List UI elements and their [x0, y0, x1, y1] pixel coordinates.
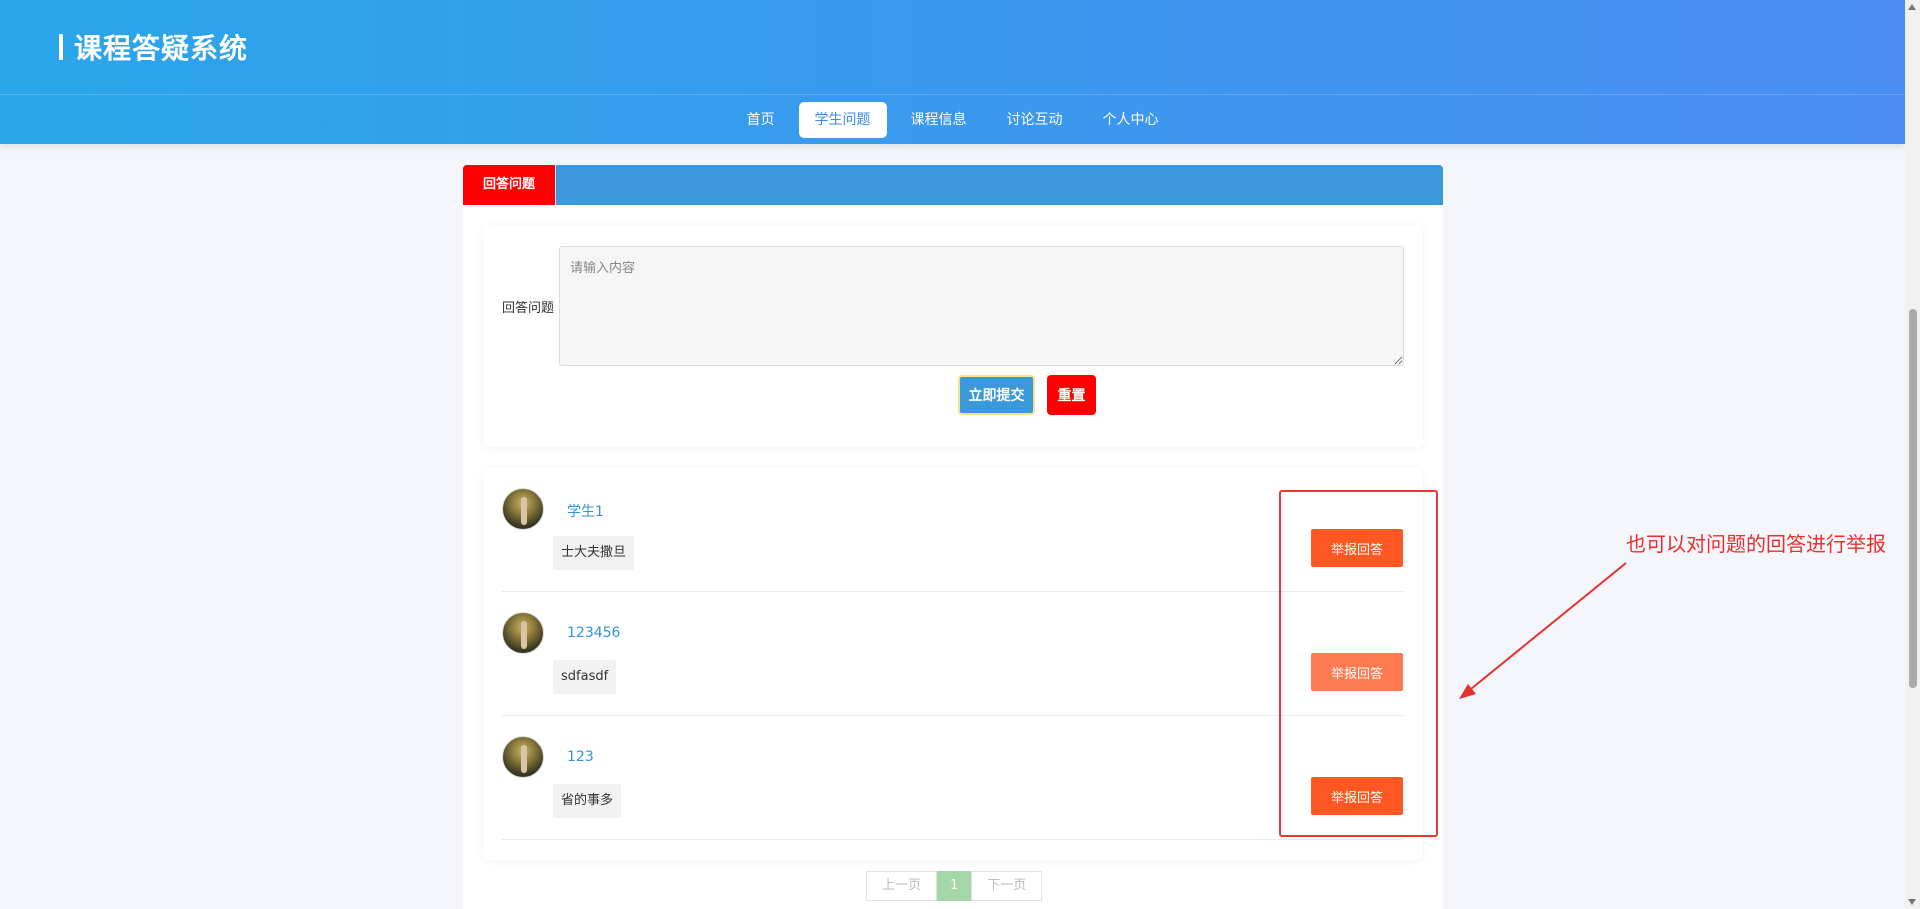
answer-item: 123456 sdfasdf 举报回答	[502, 592, 1403, 716]
answer-form: 回答问题 立即提交 重置	[483, 225, 1423, 447]
answer-item: 学生1 士大夫撒旦 举报回答	[502, 468, 1403, 592]
reset-button[interactable]: 重置	[1047, 375, 1096, 415]
page-scrollbar[interactable]	[1905, 0, 1920, 909]
brand-accent-bar	[59, 34, 63, 60]
next-page-button[interactable]: 下一页	[971, 871, 1043, 901]
nav-item-profile[interactable]: 个人中心	[1087, 102, 1175, 138]
nav-item-course-info[interactable]: 课程信息	[895, 102, 983, 138]
answer-content: sdfasdf	[553, 660, 617, 694]
avatar	[502, 612, 544, 654]
avatar	[502, 736, 544, 778]
prev-page-button[interactable]: 上一页	[866, 871, 938, 901]
nav-item-discussion[interactable]: 讨论互动	[991, 102, 1079, 138]
answer-content: 省的事多	[553, 784, 622, 818]
top-header: 课程答疑系统 首页 学生问题 课程信息 讨论互动 个人中心	[0, 0, 1905, 144]
answer-textarea[interactable]	[559, 246, 1404, 366]
panel-header: 回答问题	[463, 165, 1443, 205]
annotation-highlight-box	[1279, 490, 1438, 837]
header-divider	[0, 94, 1905, 95]
annotation-text: 也可以对问题的回答进行举报	[1626, 532, 1886, 556]
scroll-up-icon[interactable]	[1908, 4, 1916, 10]
nav-item-student-questions[interactable]: 学生问题	[798, 102, 887, 138]
scroll-thumb[interactable]	[1909, 309, 1917, 688]
brand: 课程答疑系统	[59, 30, 249, 65]
avatar	[502, 488, 544, 530]
current-page[interactable]: 1	[937, 871, 972, 901]
submit-button[interactable]: 立即提交	[958, 375, 1035, 415]
tab-answer-question[interactable]: 回答问题	[463, 165, 556, 205]
scroll-down-icon[interactable]	[1908, 899, 1916, 905]
nav-item-home[interactable]: 首页	[731, 102, 791, 138]
site-title: 课程答疑系统	[74, 32, 249, 65]
answer-author[interactable]: 123	[567, 749, 594, 765]
answer-field-label: 回答问题	[502, 301, 555, 316]
answer-item: 123 省的事多 举报回答	[502, 716, 1403, 840]
answer-author[interactable]: 123456	[567, 625, 620, 641]
answer-author[interactable]: 学生1	[567, 501, 604, 521]
main-nav: 首页 学生问题 课程信息 讨论互动 个人中心	[0, 102, 1905, 138]
pagination: 上一页 1 下一页	[866, 871, 1043, 901]
answer-content: 士大夫撒旦	[553, 536, 635, 570]
